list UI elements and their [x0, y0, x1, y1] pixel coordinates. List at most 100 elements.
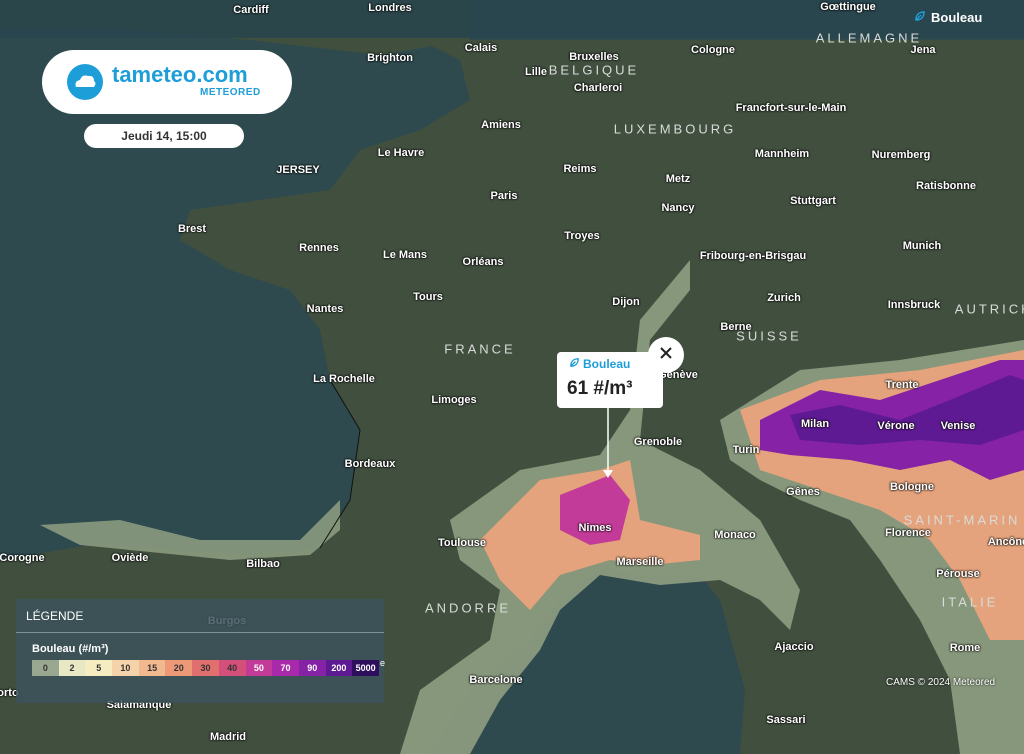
layer-indicator-label: Bouleau: [931, 10, 983, 25]
city-label: Limoges: [431, 394, 477, 406]
city-label: Trente: [885, 379, 919, 391]
city-label: Toulouse: [437, 537, 487, 549]
legend-stop: 20: [165, 660, 193, 676]
city-label: Le Mans: [382, 249, 428, 261]
logo-name: tameteo.com: [112, 62, 248, 87]
city-label: Lille: [524, 66, 548, 78]
city-label: Charleroi: [573, 82, 623, 94]
city-label: Florence: [885, 527, 931, 539]
legend-stop: 5: [85, 660, 113, 676]
country-label: SAINT-MARIN: [903, 512, 1021, 528]
legend-stop: 200: [325, 660, 353, 676]
city-label: Dijon: [612, 296, 640, 308]
city-label: Metz: [665, 173, 691, 185]
city-label: Milan: [800, 418, 830, 430]
city-label: Pérouse: [936, 568, 980, 580]
city-label: Zurich: [767, 292, 801, 304]
city-label: Calais: [464, 42, 498, 54]
legend-color-scale: 0 2 5 10 15 20 30 40 50 70 90 200 5000 e: [32, 658, 385, 676]
city-label: Londres: [368, 2, 412, 14]
city-label: Troyes: [564, 230, 600, 242]
city-label: Tours: [413, 291, 443, 303]
cloud-icon: [66, 63, 104, 106]
country-label: FRANCE: [444, 341, 516, 357]
city-label: Cardiff: [233, 4, 269, 16]
country-label: AUTRICHE: [954, 301, 1024, 317]
popup-value: 61 #/m³: [567, 378, 633, 399]
city-label: Corogne: [0, 552, 45, 564]
city-label: Grenoble: [633, 436, 683, 448]
country-label: Monaco: [714, 529, 756, 541]
legend-stop: 30: [192, 660, 219, 676]
city-label: Francfort-sur-le-Main: [735, 102, 847, 114]
city-label: Rennes: [299, 242, 339, 254]
city-label: Bruxelles: [569, 51, 619, 63]
city-label: Nantes: [306, 303, 344, 315]
city-label: Cologne: [691, 44, 735, 56]
legend-stop: 90: [298, 660, 326, 676]
legend-subtitle: Bouleau (#/m³): [32, 643, 109, 655]
city-label: Brest: [177, 223, 207, 235]
country-label: ANDORRE: [424, 600, 512, 616]
city-label: Oviède: [111, 552, 149, 564]
popup-close-button[interactable]: [648, 337, 684, 373]
layer-indicator[interactable]: Bouleau: [914, 10, 982, 25]
legend-stop: 40: [218, 660, 246, 676]
city-label: Stuttgart: [790, 195, 836, 207]
legend-stop: 15: [138, 660, 166, 676]
city-label: Jena: [910, 44, 936, 56]
city-label: Vérone: [877, 420, 915, 432]
city-label: Bologne: [890, 481, 934, 493]
city-label: Nancy: [661, 202, 695, 214]
legend-divider: [16, 632, 384, 633]
city-label: Munich: [902, 240, 942, 252]
city-label: Marseille: [616, 556, 664, 568]
city-label: Gênes: [786, 486, 820, 498]
city-label: Paris: [490, 190, 518, 202]
city-label: Ancône: [987, 536, 1024, 548]
country-label: LUXEMBOURG: [613, 121, 737, 137]
country-label: SUISSE: [736, 328, 802, 344]
country-label: ALLEMAGNE: [815, 30, 923, 46]
country-label: JERSEY: [276, 164, 320, 176]
legend-stop: 2: [58, 660, 86, 676]
city-label: Turin: [732, 444, 760, 456]
logo-sub: METEORED: [200, 87, 261, 98]
city-label: Rome: [949, 642, 981, 654]
city-label: Nimes: [578, 522, 612, 534]
city-label: Bordeaux: [344, 458, 396, 470]
legend-stop: 10: [112, 660, 139, 676]
legend-unit-suffix: e: [380, 658, 386, 668]
city-label: Mannheim: [754, 148, 810, 160]
city-label: Gœttingue: [820, 1, 876, 13]
legend-stop: 0: [32, 660, 59, 676]
country-label: ITALIE: [941, 594, 999, 610]
close-icon: [659, 346, 673, 365]
country-label: BELGIQUE: [548, 62, 640, 78]
city-label: Madrid: [209, 731, 247, 743]
legend-stop: 70: [272, 660, 299, 676]
city-label: Amiens: [481, 119, 521, 131]
info-popup: Bouleau 61 #/m³: [557, 352, 663, 408]
city-label: Orléans: [462, 256, 504, 268]
city-label: Le Havre: [377, 147, 425, 159]
leaf-icon: [569, 357, 580, 371]
city-label: Ratisbonne: [916, 180, 976, 192]
legend-stop: 5000: [352, 660, 379, 676]
date-selector[interactable]: Jeudi 14, 15:00: [84, 124, 244, 148]
popup-title: Bouleau: [569, 357, 630, 371]
city-label: Ajaccio: [774, 641, 814, 653]
city-label: Reims: [563, 163, 597, 175]
leaf-icon: [914, 10, 926, 25]
city-label: Innsbruck: [887, 299, 941, 311]
city-label: La Rochelle: [313, 373, 375, 385]
brand-logo[interactable]: tameteo.com METEORED: [42, 50, 292, 114]
legend-title: LÉGENDE: [26, 609, 84, 623]
data-credit: CAMS © 2024 Meteored: [886, 677, 996, 688]
city-label: Nuremberg: [871, 149, 931, 161]
city-label: Barcelone: [469, 674, 523, 686]
city-label: Brighton: [367, 52, 413, 64]
city-label: Venise: [940, 420, 976, 432]
city-label: Bilbao: [246, 558, 280, 570]
city-label: Fribourg-en-Brisgau: [699, 250, 807, 262]
